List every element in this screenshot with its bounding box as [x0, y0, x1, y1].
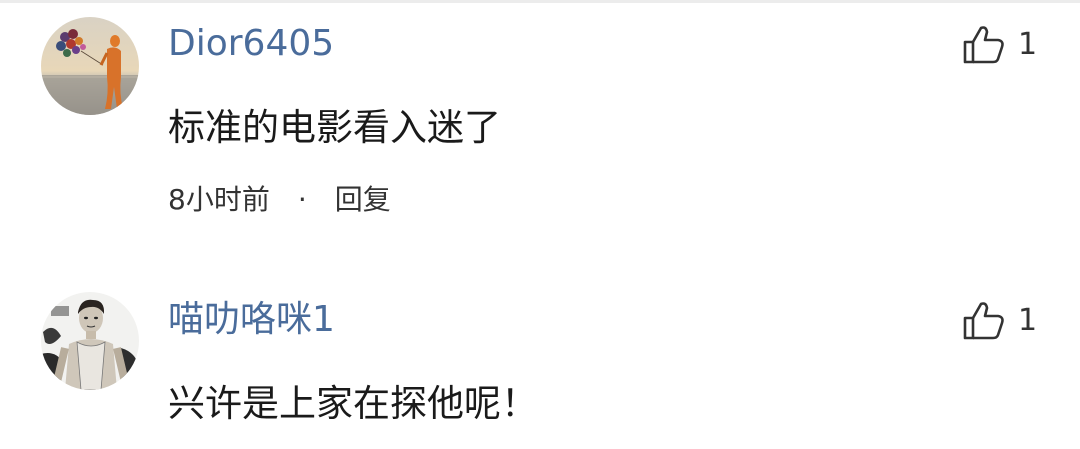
username[interactable]: 喵叻咯咪1: [168, 300, 335, 340]
like-button[interactable]: 1: [960, 20, 1037, 68]
comment-meta: 8小时前 · 回复: [168, 183, 391, 217]
like-button[interactable]: 1: [960, 296, 1037, 344]
comment-text: 兴许是上家在探他呢！: [168, 382, 538, 425]
user-avatar[interactable]: [41, 17, 139, 115]
sketch-portrait-avatar: [41, 292, 139, 390]
comment-item: Dior6405 1 标准的电影看入迷了 8小时前 · 回复: [0, 0, 1080, 250]
like-count: 1: [1018, 302, 1038, 338]
meta-separator: ·: [297, 183, 307, 216]
comment-item: 喵叻咯咪1 1 兴许是上家在探他呢！: [0, 250, 1080, 449]
comment-text: 标准的电影看入迷了: [168, 106, 501, 149]
reply-button[interactable]: 回复: [335, 183, 391, 217]
username[interactable]: Dior6405: [168, 24, 334, 64]
user-avatar[interactable]: [41, 292, 139, 390]
thumbs-up-icon: [963, 302, 1004, 340]
like-count: 1: [1018, 26, 1038, 62]
thumbs-up-icon: [963, 26, 1004, 64]
sunset-beach-balloons-avatar: [41, 17, 139, 115]
comment-time: 8小时前: [168, 183, 270, 216]
